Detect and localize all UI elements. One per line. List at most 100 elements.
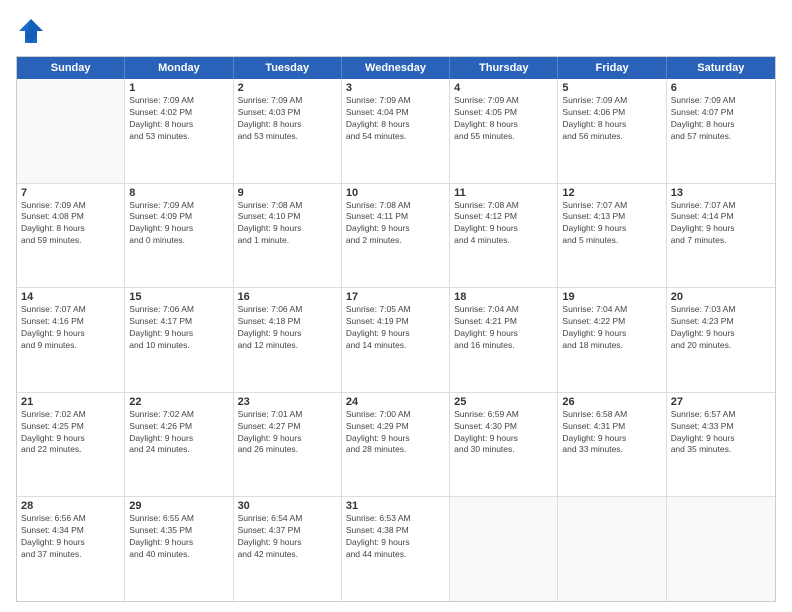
weekday-header-friday: Friday <box>558 57 666 79</box>
day-cell-21: 21Sunrise: 7:02 AM Sunset: 4:25 PM Dayli… <box>17 393 125 497</box>
day-cell-4: 4Sunrise: 7:09 AM Sunset: 4:05 PM Daylig… <box>450 79 558 183</box>
day-number: 22 <box>129 396 228 408</box>
day-info: Sunrise: 7:09 AM Sunset: 4:07 PM Dayligh… <box>671 95 771 143</box>
day-info: Sunrise: 7:07 AM Sunset: 4:16 PM Dayligh… <box>21 304 120 352</box>
day-info: Sunrise: 7:07 AM Sunset: 4:14 PM Dayligh… <box>671 200 771 248</box>
calendar: SundayMondayTuesdayWednesdayThursdayFrid… <box>16 56 776 602</box>
day-cell-6: 6Sunrise: 7:09 AM Sunset: 4:07 PM Daylig… <box>667 79 775 183</box>
weekday-header-sunday: Sunday <box>17 57 125 79</box>
day-cell-31: 31Sunrise: 6:53 AM Sunset: 4:38 PM Dayli… <box>342 497 450 601</box>
weekday-header-saturday: Saturday <box>667 57 775 79</box>
weekday-header-tuesday: Tuesday <box>234 57 342 79</box>
day-info: Sunrise: 7:07 AM Sunset: 4:13 PM Dayligh… <box>562 200 661 248</box>
day-number: 19 <box>562 291 661 303</box>
weekday-header-thursday: Thursday <box>450 57 558 79</box>
day-cell-19: 19Sunrise: 7:04 AM Sunset: 4:22 PM Dayli… <box>558 288 666 392</box>
day-info: Sunrise: 7:09 AM Sunset: 4:04 PM Dayligh… <box>346 95 445 143</box>
day-cell-22: 22Sunrise: 7:02 AM Sunset: 4:26 PM Dayli… <box>125 393 233 497</box>
day-info: Sunrise: 6:53 AM Sunset: 4:38 PM Dayligh… <box>346 513 445 561</box>
day-cell-17: 17Sunrise: 7:05 AM Sunset: 4:19 PM Dayli… <box>342 288 450 392</box>
day-cell-18: 18Sunrise: 7:04 AM Sunset: 4:21 PM Dayli… <box>450 288 558 392</box>
day-info: Sunrise: 7:08 AM Sunset: 4:10 PM Dayligh… <box>238 200 337 248</box>
day-info: Sunrise: 6:55 AM Sunset: 4:35 PM Dayligh… <box>129 513 228 561</box>
day-number: 15 <box>129 291 228 303</box>
day-cell-27: 27Sunrise: 6:57 AM Sunset: 4:33 PM Dayli… <box>667 393 775 497</box>
day-info: Sunrise: 7:06 AM Sunset: 4:18 PM Dayligh… <box>238 304 337 352</box>
day-cell-30: 30Sunrise: 6:54 AM Sunset: 4:37 PM Dayli… <box>234 497 342 601</box>
day-number: 6 <box>671 82 771 94</box>
day-cell-24: 24Sunrise: 7:00 AM Sunset: 4:29 PM Dayli… <box>342 393 450 497</box>
logo <box>16 16 50 46</box>
day-cell-7: 7Sunrise: 7:09 AM Sunset: 4:08 PM Daylig… <box>17 184 125 288</box>
day-cell-10: 10Sunrise: 7:08 AM Sunset: 4:11 PM Dayli… <box>342 184 450 288</box>
calendar-row-1: 7Sunrise: 7:09 AM Sunset: 4:08 PM Daylig… <box>17 184 775 289</box>
day-number: 23 <box>238 396 337 408</box>
day-number: 28 <box>21 500 120 512</box>
day-cell-2: 2Sunrise: 7:09 AM Sunset: 4:03 PM Daylig… <box>234 79 342 183</box>
day-number: 10 <box>346 187 445 199</box>
day-info: Sunrise: 7:02 AM Sunset: 4:26 PM Dayligh… <box>129 409 228 457</box>
day-cell-11: 11Sunrise: 7:08 AM Sunset: 4:12 PM Dayli… <box>450 184 558 288</box>
day-info: Sunrise: 7:08 AM Sunset: 4:12 PM Dayligh… <box>454 200 553 248</box>
day-number: 31 <box>346 500 445 512</box>
day-number: 26 <box>562 396 661 408</box>
day-cell-26: 26Sunrise: 6:58 AM Sunset: 4:31 PM Dayli… <box>558 393 666 497</box>
day-cell-16: 16Sunrise: 7:06 AM Sunset: 4:18 PM Dayli… <box>234 288 342 392</box>
day-cell-12: 12Sunrise: 7:07 AM Sunset: 4:13 PM Dayli… <box>558 184 666 288</box>
empty-cell-4-4 <box>450 497 558 601</box>
day-info: Sunrise: 7:06 AM Sunset: 4:17 PM Dayligh… <box>129 304 228 352</box>
empty-cell-4-5 <box>558 497 666 601</box>
day-cell-5: 5Sunrise: 7:09 AM Sunset: 4:06 PM Daylig… <box>558 79 666 183</box>
day-number: 8 <box>129 187 228 199</box>
day-number: 11 <box>454 187 553 199</box>
day-cell-14: 14Sunrise: 7:07 AM Sunset: 4:16 PM Dayli… <box>17 288 125 392</box>
day-info: Sunrise: 7:02 AM Sunset: 4:25 PM Dayligh… <box>21 409 120 457</box>
day-cell-25: 25Sunrise: 6:59 AM Sunset: 4:30 PM Dayli… <box>450 393 558 497</box>
day-info: Sunrise: 7:09 AM Sunset: 4:06 PM Dayligh… <box>562 95 661 143</box>
calendar-row-2: 14Sunrise: 7:07 AM Sunset: 4:16 PM Dayli… <box>17 288 775 393</box>
day-info: Sunrise: 7:09 AM Sunset: 4:02 PM Dayligh… <box>129 95 228 143</box>
day-cell-8: 8Sunrise: 7:09 AM Sunset: 4:09 PM Daylig… <box>125 184 233 288</box>
day-info: Sunrise: 7:04 AM Sunset: 4:22 PM Dayligh… <box>562 304 661 352</box>
day-info: Sunrise: 7:09 AM Sunset: 4:09 PM Dayligh… <box>129 200 228 248</box>
day-info: Sunrise: 7:08 AM Sunset: 4:11 PM Dayligh… <box>346 200 445 248</box>
day-info: Sunrise: 7:09 AM Sunset: 4:08 PM Dayligh… <box>21 200 120 248</box>
calendar-row-0: 1Sunrise: 7:09 AM Sunset: 4:02 PM Daylig… <box>17 79 775 184</box>
day-info: Sunrise: 7:05 AM Sunset: 4:19 PM Dayligh… <box>346 304 445 352</box>
day-info: Sunrise: 7:03 AM Sunset: 4:23 PM Dayligh… <box>671 304 771 352</box>
day-cell-23: 23Sunrise: 7:01 AM Sunset: 4:27 PM Dayli… <box>234 393 342 497</box>
day-number: 12 <box>562 187 661 199</box>
day-number: 24 <box>346 396 445 408</box>
calendar-body: 1Sunrise: 7:09 AM Sunset: 4:02 PM Daylig… <box>17 79 775 601</box>
day-number: 17 <box>346 291 445 303</box>
day-info: Sunrise: 7:09 AM Sunset: 4:03 PM Dayligh… <box>238 95 337 143</box>
header <box>16 16 776 46</box>
empty-cell-4-6 <box>667 497 775 601</box>
day-number: 3 <box>346 82 445 94</box>
day-info: Sunrise: 6:58 AM Sunset: 4:31 PM Dayligh… <box>562 409 661 457</box>
day-number: 2 <box>238 82 337 94</box>
day-number: 1 <box>129 82 228 94</box>
day-cell-1: 1Sunrise: 7:09 AM Sunset: 4:02 PM Daylig… <box>125 79 233 183</box>
day-cell-3: 3Sunrise: 7:09 AM Sunset: 4:04 PM Daylig… <box>342 79 450 183</box>
day-number: 18 <box>454 291 553 303</box>
calendar-header: SundayMondayTuesdayWednesdayThursdayFrid… <box>17 57 775 79</box>
page: SundayMondayTuesdayWednesdayThursdayFrid… <box>0 0 792 612</box>
day-cell-29: 29Sunrise: 6:55 AM Sunset: 4:35 PM Dayli… <box>125 497 233 601</box>
day-number: 27 <box>671 396 771 408</box>
day-cell-15: 15Sunrise: 7:06 AM Sunset: 4:17 PM Dayli… <box>125 288 233 392</box>
day-cell-28: 28Sunrise: 6:56 AM Sunset: 4:34 PM Dayli… <box>17 497 125 601</box>
day-cell-13: 13Sunrise: 7:07 AM Sunset: 4:14 PM Dayli… <box>667 184 775 288</box>
day-info: Sunrise: 7:04 AM Sunset: 4:21 PM Dayligh… <box>454 304 553 352</box>
day-number: 30 <box>238 500 337 512</box>
weekday-header-wednesday: Wednesday <box>342 57 450 79</box>
day-number: 5 <box>562 82 661 94</box>
day-number: 20 <box>671 291 771 303</box>
day-info: Sunrise: 7:00 AM Sunset: 4:29 PM Dayligh… <box>346 409 445 457</box>
empty-cell-0-0 <box>17 79 125 183</box>
day-number: 14 <box>21 291 120 303</box>
day-cell-20: 20Sunrise: 7:03 AM Sunset: 4:23 PM Dayli… <box>667 288 775 392</box>
weekday-header-monday: Monday <box>125 57 233 79</box>
day-number: 25 <box>454 396 553 408</box>
day-info: Sunrise: 6:59 AM Sunset: 4:30 PM Dayligh… <box>454 409 553 457</box>
